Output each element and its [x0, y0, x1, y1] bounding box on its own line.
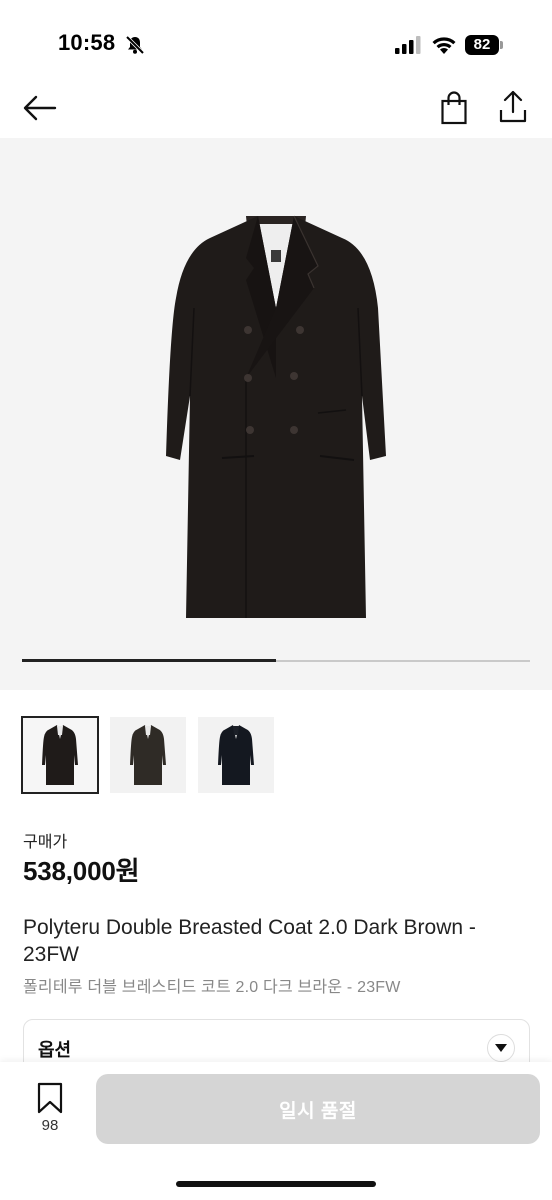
back-button[interactable]	[20, 90, 60, 126]
status-bar: 10:58 82	[0, 0, 552, 90]
home-indicator	[176, 1181, 376, 1187]
sold-out-button[interactable]: 일시 품절	[96, 1074, 540, 1144]
cart-button[interactable]	[436, 90, 472, 126]
top-nav	[0, 80, 552, 136]
share-button[interactable]	[494, 88, 532, 126]
bell-slash-icon	[125, 35, 145, 55]
thumbnail-1[interactable]	[21, 716, 99, 794]
product-image-gallery[interactable]	[0, 138, 552, 690]
bookmark-icon	[37, 1082, 63, 1114]
signal-icon	[395, 36, 421, 54]
thumbnail-2[interactable]	[110, 717, 186, 793]
wifi-icon	[432, 37, 456, 54]
price-value: 538,000원	[23, 856, 140, 886]
image-progress-bar	[22, 659, 530, 662]
option-label: 옵션	[38, 1040, 72, 1060]
shopping-bag-icon	[441, 91, 467, 125]
coat-thumbnail-image	[218, 725, 254, 785]
product-subtitle: 폴리테루 더블 브레스티드 코트 2.0 다크 브라운 - 23FW	[23, 979, 401, 996]
bookmark-count: 98	[41, 1117, 59, 1134]
thumbnail-3[interactable]	[198, 717, 274, 793]
coat-thumbnail-image	[42, 725, 78, 785]
price-label: 구매가	[23, 834, 68, 851]
thumbnail-strip	[21, 716, 274, 795]
bookmark-button[interactable]: 98	[28, 1082, 72, 1138]
coat-image	[166, 215, 386, 618]
back-arrow-icon	[23, 95, 57, 121]
coat-thumbnail-image	[130, 725, 166, 785]
status-time: 10:58	[58, 30, 116, 55]
share-icon	[499, 90, 527, 123]
image-progress-fill	[22, 659, 276, 662]
product-title: Polyteru Double Breasted Coat 2.0 Dark B…	[23, 916, 476, 966]
bottom-action-bar: 98 일시 품절	[0, 1062, 552, 1200]
battery-icon: 82	[465, 35, 503, 55]
chevron-down-icon	[487, 1034, 515, 1062]
battery-level: 82	[465, 35, 499, 55]
